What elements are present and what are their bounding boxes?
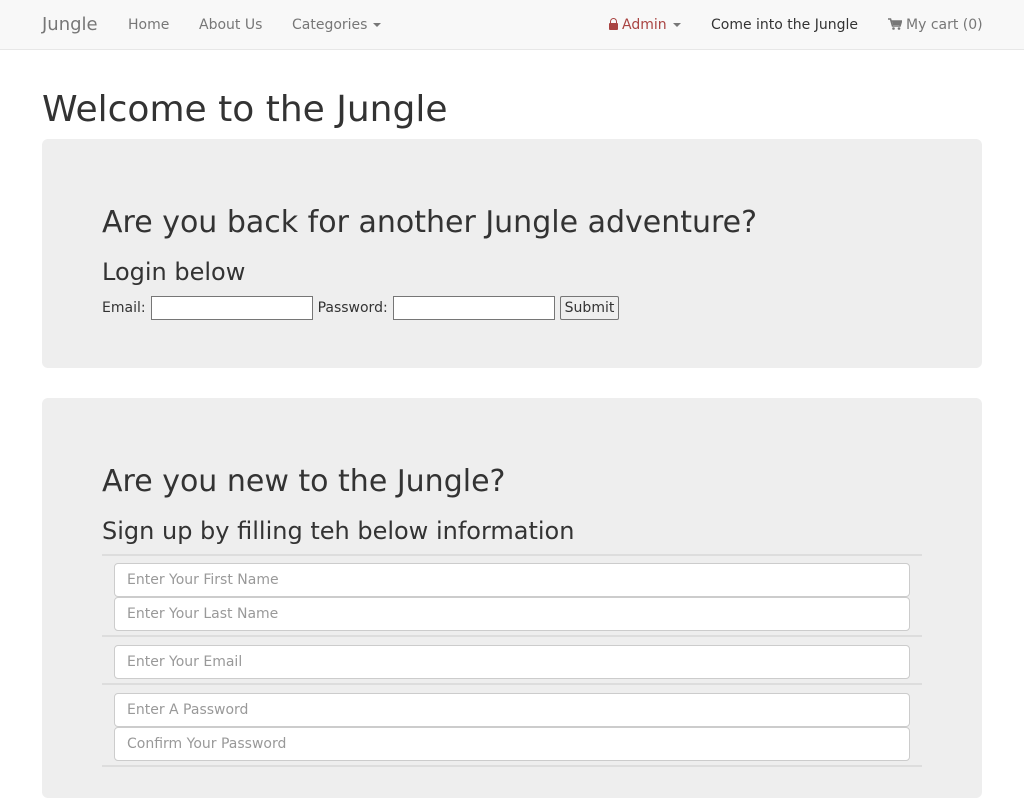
login-submit-button[interactable]: Submit (559, 296, 620, 320)
password-label: Password: (317, 300, 388, 316)
navbar: Jungle Home About Us Categories Admin Co… (0, 0, 1024, 50)
signup-subheading: Sign up by filling teh below information (102, 517, 575, 545)
email-label: Email: (102, 300, 146, 316)
signup-heading: Are you new to the Jungle? (102, 464, 506, 499)
page-title: Welcome to the Jungle (42, 89, 448, 130)
signup-panel: Are you new to the Jungle? Sign up by fi… (42, 398, 982, 798)
last-name-input[interactable] (114, 597, 910, 631)
divider (102, 635, 922, 637)
caret-down-icon (672, 23, 681, 27)
caret-down-icon (373, 23, 382, 27)
nav-cart-link[interactable]: My cart (0) (888, 0, 983, 50)
shopping-cart-icon (888, 18, 902, 30)
nav-login-link[interactable]: Come into the Jungle (711, 0, 858, 50)
divider (102, 683, 922, 685)
nav-categories-label: Categories (292, 17, 368, 33)
divider (102, 765, 922, 767)
login-subheading: Login below (102, 258, 246, 286)
lock-icon (609, 18, 618, 30)
divider (102, 554, 922, 556)
first-name-input[interactable] (114, 563, 910, 597)
nav-about-us[interactable]: About Us (199, 0, 262, 50)
nav-cart-label: My cart (0) (906, 17, 983, 33)
signup-email-input[interactable] (114, 645, 910, 679)
login-email-input[interactable] (150, 296, 313, 320)
login-form: Email: Password: Submit (102, 296, 620, 320)
nav-admin-label: Admin (622, 17, 667, 33)
nav-home[interactable]: Home (128, 0, 169, 50)
brand-link[interactable]: Jungle (42, 0, 98, 50)
signup-password-input[interactable] (114, 693, 910, 727)
nav-admin-dropdown[interactable]: Admin (609, 0, 681, 50)
login-heading: Are you back for another Jungle adventur… (102, 205, 758, 240)
login-panel: Are you back for another Jungle adventur… (42, 139, 982, 368)
login-password-input[interactable] (392, 296, 555, 320)
confirm-password-input[interactable] (114, 727, 910, 761)
nav-categories-dropdown[interactable]: Categories (292, 0, 382, 50)
